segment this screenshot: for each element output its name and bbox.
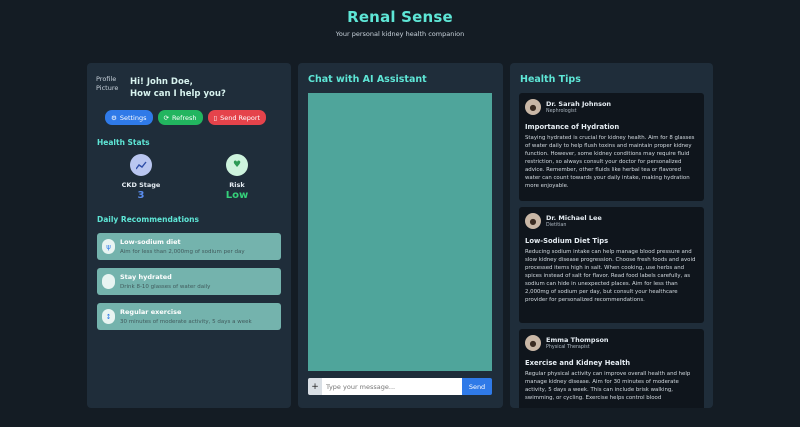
ckd-stage-value: 3 — [137, 190, 145, 201]
tip-author-name: Dr. Sarah Johnson — [546, 100, 612, 108]
profile-picture-alt-line1: Profile — [96, 75, 117, 83]
refresh-icon: ⟳ — [163, 113, 169, 122]
dumbbell-icon: ↕ — [102, 309, 115, 324]
app-subtitle: Your personal kidney health companion — [335, 30, 465, 38]
app-header: Renal Sense Your personal kidney health … — [0, 8, 800, 38]
recommendation-name: Low-sodium diet — [120, 238, 181, 246]
recommendation-name: Stay hydrated — [120, 273, 172, 281]
attach-button[interactable]: + — [308, 378, 322, 395]
avatar: ● — [525, 335, 541, 351]
tip-text: Staying hydrated is crucial for kidney h… — [525, 135, 695, 189]
recommendation-item: Stay hydrated Drink 8-10 glasses of wate… — [97, 268, 281, 295]
settings-button[interactable]: ⚙ Settings — [105, 110, 153, 125]
send-report-button-label: Send Report — [220, 113, 261, 122]
heart-icon: ♥ — [226, 154, 248, 176]
greeting-line2: How can I help you? — [130, 89, 226, 99]
ckd-stage-stat: CKD Stage 3 — [111, 154, 171, 201]
utensils-icon: ψ — [102, 239, 115, 254]
recommendation-desc: Aim for less than 2,000mg of sodium per … — [120, 249, 245, 255]
tip-heading: Low-Sodium Diet Tips — [525, 237, 609, 245]
gear-icon: ⚙ — [111, 113, 117, 122]
send-button[interactable]: Send — [462, 378, 492, 395]
tip-author-role: Dietitian — [546, 223, 567, 228]
tip-author-role: Nephrologist — [546, 109, 577, 114]
tip-card: ● Dr. Michael Lee Dietitian Low-Sodium D… — [519, 207, 704, 323]
greeting: Hi! John Doe, How can I help you? — [130, 76, 226, 100]
user-panel: Profile Picture Hi! John Doe, How can I … — [87, 63, 291, 408]
settings-button-label: Settings — [119, 113, 147, 122]
health-stats-title: Health Stats — [97, 138, 150, 147]
ckd-stage-label: CKD Stage — [121, 181, 161, 189]
avatar: ● — [525, 213, 541, 229]
tip-author-name: Emma Thompson — [546, 336, 609, 344]
action-buttons: ⚙ Settings ⟳ Refresh ▯ Send Report — [105, 110, 267, 125]
chat-input-row: + Send — [308, 378, 492, 395]
chat-title: Chat with AI Assistant — [308, 74, 427, 85]
chat-messages[interactable] — [308, 93, 492, 371]
tip-text: Reducing sodium intake can help manage b… — [525, 249, 696, 303]
send-report-button[interactable]: ▯ Send Report — [207, 110, 267, 125]
tip-author-role: Physical Therapist — [546, 345, 590, 350]
tip-card: ● Emma Thompson Physical Therapist Exerc… — [519, 329, 704, 408]
tip-heading: Importance of Hydration — [525, 123, 620, 131]
recommendation-desc: Drink 8-10 glasses of water daily — [120, 284, 211, 290]
water-glass-icon — [102, 274, 115, 289]
recommendation-item: ↕ Regular exercise 30 minutes of moderat… — [97, 303, 281, 330]
recommendation-desc: 30 minutes of moderate activity, 5 days … — [120, 319, 252, 325]
tip-card: ● Dr. Sarah Johnson Nephrologist Importa… — [519, 93, 704, 201]
health-tips-panel[interactable]: Health Tips ● Dr. Sarah Johnson Nephrolo… — [510, 63, 713, 408]
chat-panel: Chat with AI Assistant + Send — [298, 63, 503, 408]
daily-recommendations-title: Daily Recommendations — [97, 215, 199, 224]
greeting-line1: Hi! John Doe, — [130, 77, 193, 87]
risk-value: Low — [225, 190, 249, 201]
recommendation-name: Regular exercise — [120, 308, 182, 316]
profile-picture[interactable]: Profile Picture — [96, 75, 120, 99]
tip-text: Regular physical activity can improve ov… — [525, 371, 691, 401]
app-title: Renal Sense — [347, 8, 453, 26]
risk-stat: ♥ Risk Low — [207, 154, 267, 201]
refresh-button[interactable]: ⟳ Refresh — [157, 110, 203, 125]
tip-author-name: Dr. Michael Lee — [546, 214, 602, 222]
document-icon: ▯ — [213, 113, 218, 122]
chart-icon — [130, 154, 152, 176]
profile-picture-alt-line2: Picture — [96, 84, 119, 92]
chat-message-input[interactable] — [322, 378, 462, 395]
risk-label: Risk — [229, 181, 245, 189]
recommendation-item: ψ Low-sodium diet Aim for less than 2,00… — [97, 233, 281, 260]
tip-heading: Exercise and Kidney Health — [525, 359, 631, 367]
health-tips-title: Health Tips — [520, 74, 581, 85]
refresh-button-label: Refresh — [171, 113, 197, 122]
avatar: ● — [525, 99, 541, 115]
